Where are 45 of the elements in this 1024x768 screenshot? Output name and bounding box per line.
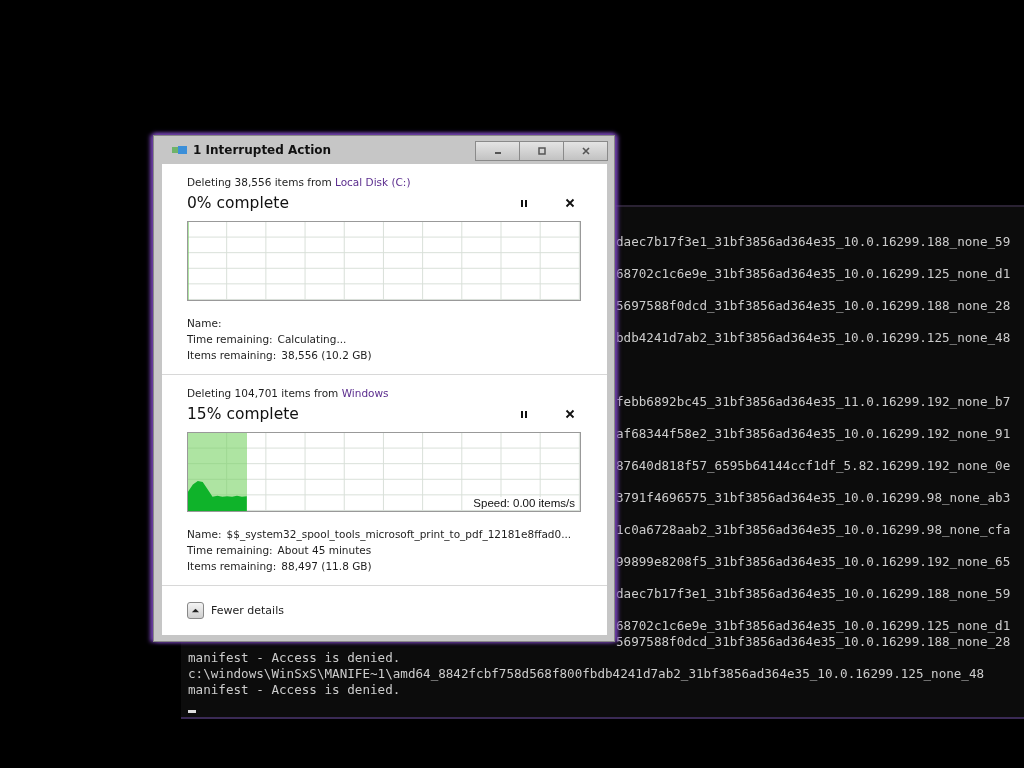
console-line: 1c0a6728aab2_31bf3856ad364e35_10.0.16299.98_none_cfa — [616, 522, 1012, 538]
pause-icon — [519, 198, 529, 208]
percent-complete: 0% complete — [187, 194, 290, 212]
console-line: 87640d818f57_6595b64144ccf1df_5.82.16299.192_none_0e — [616, 458, 1012, 474]
console-line: af68344f58e2_31bf3856ad364e35_10.0.16299.192_none_91 — [616, 426, 1012, 442]
close-button[interactable] — [563, 141, 608, 161]
console-line: c:\windows\WinSxS\MANIFE~1\amd64_8842fcbf758d568f800fbdb4241d7ab2_31bf3856ad364e35_10.0.16299.125_none_48 — [188, 666, 986, 682]
operation-summary: Deleting 104,701 items from Windows — [187, 387, 390, 399]
console-line: 99899e8208f5_31bf3856ad364e35_10.0.16299.192_none_65 — [616, 554, 1012, 570]
console-line: manifest - Access is denied. — [188, 650, 402, 666]
console-line: 5697588f0dcd_31bf3856ad364e35_10.0.16299.188_none_28 — [616, 634, 1012, 650]
toggle-details-button[interactable] — [187, 602, 204, 619]
cancel-icon — [565, 409, 575, 419]
maximize-icon — [536, 146, 547, 156]
operation-summary: Deleting 38,556 items from Local Disk (C:) — [187, 176, 412, 188]
detail-label: Name: — [187, 527, 222, 542]
percent-complete: 15% complete — [187, 405, 300, 423]
close-icon — [580, 146, 591, 156]
minimize-button[interactable] — [475, 141, 520, 161]
detail-label: Items remaining: — [187, 348, 277, 363]
detail-label: Items remaining: — [187, 559, 277, 574]
speed-label: Speed: 0.00 items/s — [473, 497, 575, 509]
console-line: febb6892bc45_31bf3856ad364e35_11.0.16299.192_none_b7 — [616, 394, 1012, 410]
detail-value: About 45 minutes — [277, 543, 372, 558]
detail-label: Time remaining: — [187, 332, 273, 347]
detail-value: Calculating... — [277, 332, 347, 347]
maximize-button[interactable] — [519, 141, 564, 161]
source-link[interactable]: Windows — [341, 387, 389, 399]
pause-icon — [519, 409, 529, 419]
caret-icon — [191, 606, 200, 615]
detail-label: Time remaining: — [187, 543, 273, 558]
detail-label: Name: — [187, 316, 222, 331]
detail-value: $$_system32_spool_tools_microsoft_print_to_pdf_12181e8ffad0... — [226, 527, 572, 542]
detail-value: 38,556 (10.2 GB) — [281, 348, 372, 363]
window-title: 1 Interrupted Action — [193, 143, 333, 157]
console-line: bdb4241d7ab2_31bf3856ad364e35_10.0.16299.125_none_48 — [616, 330, 1012, 346]
detail-value: 88,497 (11.8 GB) — [281, 559, 372, 574]
console-line: 3791f4696575_31bf3856ad364e35_10.0.16299.98_none_ab3 — [616, 490, 1012, 506]
cancel-icon — [565, 198, 575, 208]
text-cursor — [188, 710, 196, 713]
console-line: manifest - Access is denied. — [188, 682, 402, 698]
source-link[interactable]: Local Disk (C:) — [335, 176, 411, 188]
console-line: 5697588f0dcd_31bf3856ad364e35_10.0.16299.188_none_28 — [616, 298, 1012, 314]
speed-graph-drawing — [188, 480, 247, 511]
fewer-details-label[interactable]: Fewer details — [211, 604, 284, 617]
